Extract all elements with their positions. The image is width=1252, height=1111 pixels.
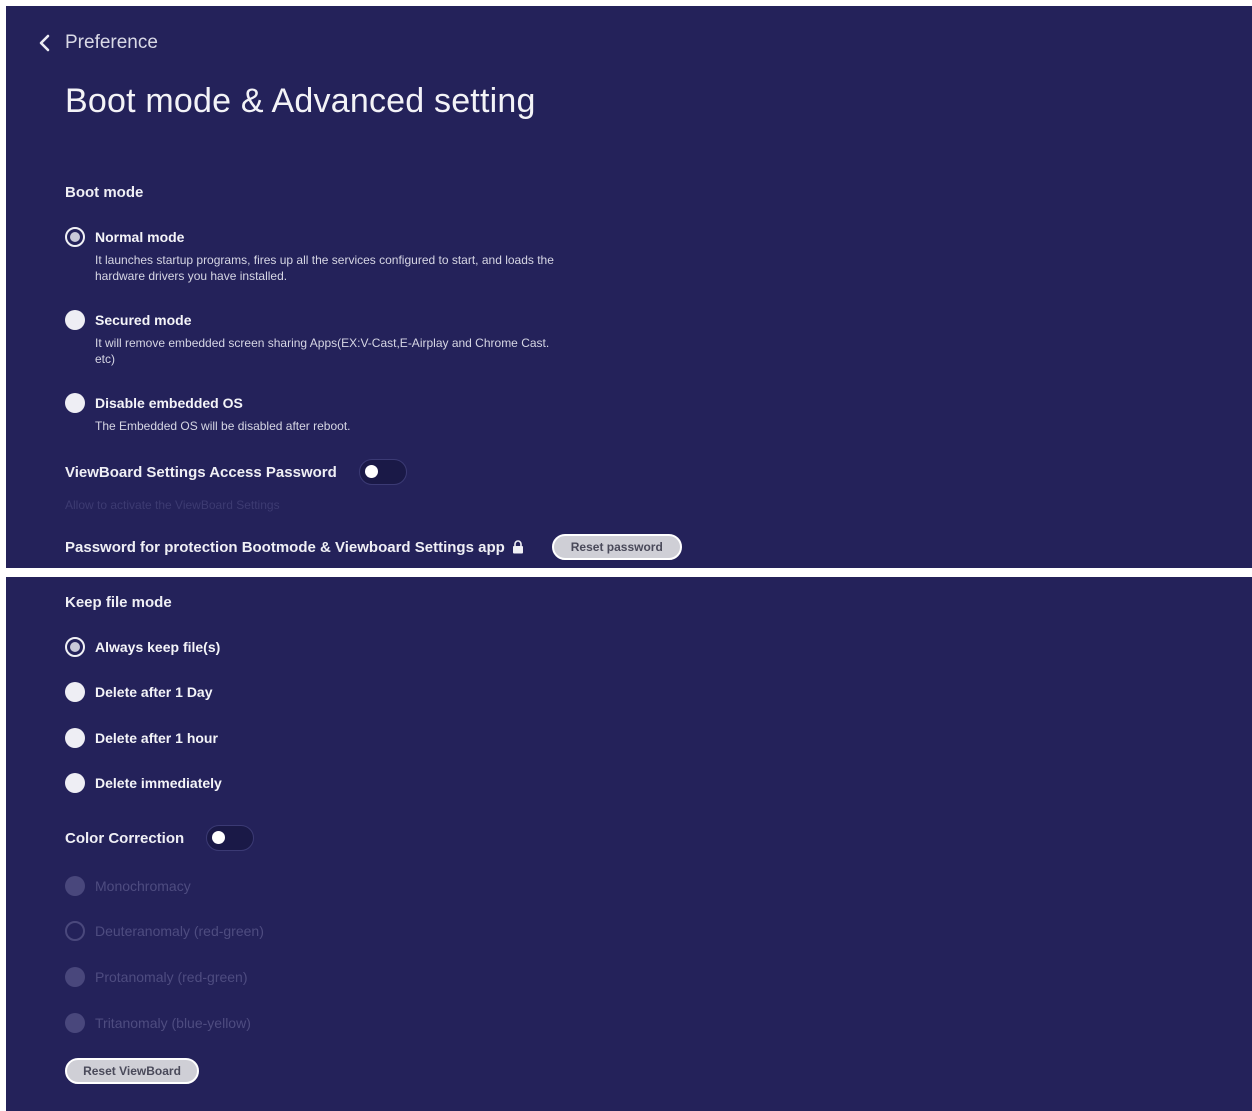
radio-label: Disable embedded OS: [95, 395, 243, 411]
radio-monochromacy[interactable]: Monochromacy: [65, 876, 191, 896]
radio-description: The Embedded OS will be disabled after r…: [95, 419, 351, 433]
color-correction-label: Color Correction: [65, 829, 185, 847]
radio-always-keep-files[interactable]: Always keep file(s): [65, 637, 220, 657]
radio-label: Tritanomaly (blue-yellow): [95, 1015, 251, 1031]
radio-button[interactable]: [65, 310, 85, 330]
color-correction-toggle[interactable]: [206, 825, 255, 851]
keep-file-mode-section-title: Keep file mode: [65, 594, 172, 611]
radio-disable-embedded-os[interactable]: Disable embedded OS The Embedded OS will…: [65, 393, 555, 434]
radio-label: Delete after 1 hour: [95, 730, 218, 746]
radio-secured-mode[interactable]: Secured mode It will remove embedded scr…: [65, 310, 555, 367]
page-title: Boot mode & Advanced setting: [65, 82, 536, 120]
access-password-hint: Allow to activate the ViewBoard Settings: [65, 498, 280, 512]
radio-button[interactable]: [65, 227, 85, 247]
access-password-toggle[interactable]: [358, 459, 407, 485]
reset-viewboard-button[interactable]: Reset ViewBoard: [65, 1058, 199, 1084]
radio-button[interactable]: [65, 1013, 85, 1033]
radio-label: Monochromacy: [95, 878, 191, 894]
radio-button[interactable]: [65, 393, 85, 413]
radio-deuteranomaly[interactable]: Deuteranomaly (red-green): [65, 921, 264, 941]
back-label: Preference: [65, 32, 158, 53]
radio-button[interactable]: [65, 876, 85, 896]
radio-normal-mode[interactable]: Normal mode It launches startup programs…: [65, 227, 555, 284]
radio-button[interactable]: [65, 728, 85, 748]
color-correction-row: Color Correction: [65, 825, 255, 851]
radio-label: Deuteranomaly (red-green): [95, 923, 264, 939]
radio-delete-immediately[interactable]: Delete immediately: [65, 773, 222, 793]
radio-delete-after-1-day[interactable]: Delete after 1 Day: [65, 682, 213, 702]
radio-label: Delete after 1 Day: [95, 684, 213, 700]
radio-description: It will remove embedded screen sharing A…: [95, 336, 550, 366]
radio-button[interactable]: [65, 921, 85, 941]
password-protection-row: Password for protection Bootmode & Viewb…: [65, 534, 682, 560]
boot-mode-section-title: Boot mode: [65, 184, 144, 201]
radio-label: Always keep file(s): [95, 639, 221, 655]
access-password-label: ViewBoard Settings Access Password: [65, 463, 337, 481]
toggle-knob: [212, 831, 226, 844]
radio-label: Secured mode: [95, 312, 192, 328]
radio-button[interactable]: [65, 967, 85, 987]
radio-protanomaly[interactable]: Protanomaly (red-green): [65, 967, 248, 987]
radio-button[interactable]: [65, 637, 85, 657]
radio-label: Normal mode: [95, 229, 185, 245]
radio-label: Protanomaly (red-green): [95, 969, 248, 985]
boot-mode-panel: Preference Boot mode & Advanced setting …: [6, 6, 1252, 568]
radio-button[interactable]: [65, 773, 85, 793]
password-protection-label: Password for protection Bootmode & Viewb…: [65, 538, 505, 556]
toggle-knob: [364, 465, 378, 478]
radio-button[interactable]: [65, 682, 85, 702]
advanced-settings-panel: Keep file mode Always keep file(s) Delet…: [6, 577, 1252, 1111]
access-password-row: ViewBoard Settings Access Password: [65, 459, 407, 485]
lock-icon: [512, 540, 523, 554]
radio-description: It launches startup programs, fires up a…: [95, 253, 554, 283]
radio-tritanomaly[interactable]: Tritanomaly (blue-yellow): [65, 1013, 251, 1033]
chevron-left-icon: [39, 34, 50, 52]
radio-label: Delete immediately: [95, 775, 222, 791]
back-button[interactable]: Preference: [34, 32, 158, 54]
reset-password-button[interactable]: Reset password: [551, 534, 682, 560]
radio-delete-after-1-hour[interactable]: Delete after 1 hour: [65, 728, 218, 748]
